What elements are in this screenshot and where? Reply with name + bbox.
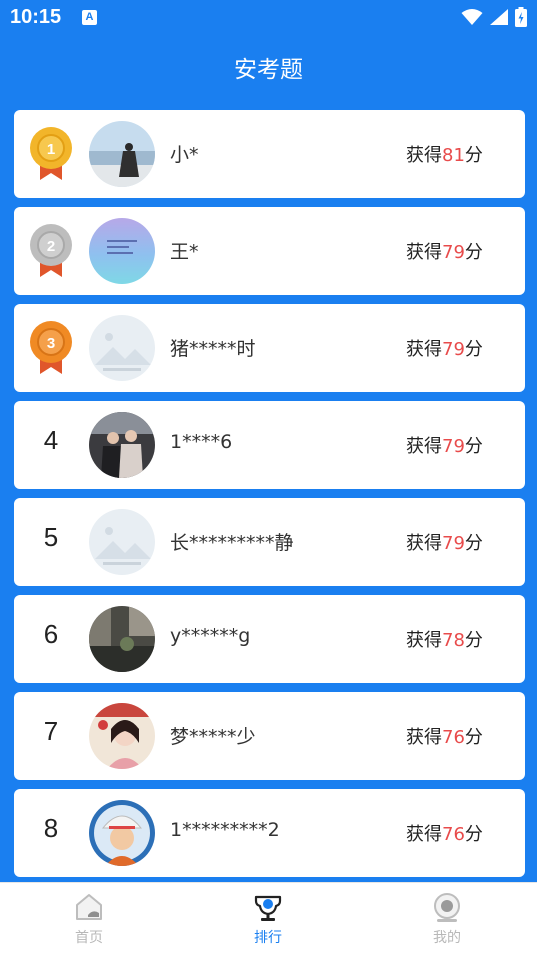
user-name: 长*********静 [170, 532, 294, 554]
rank-number: 4 [43, 425, 59, 455]
placeholder-image-icon [89, 509, 155, 575]
medal-number: 2 [47, 238, 55, 255]
home-icon [76, 894, 102, 920]
ranking-row[interactable]: 6 y******g 获得78分 [14, 595, 525, 683]
user-name: 梦*****少 [170, 726, 256, 748]
bottom-tab-bar: 首页 排行 我的 [0, 882, 537, 956]
medal-number: 3 [47, 335, 55, 352]
status-bar: 10:15 A [0, 0, 537, 36]
ranking-row[interactable]: 7 梦*****少 获得76分 [14, 692, 525, 780]
rank-number: 5 [43, 522, 59, 552]
user-score: 获得78分 [406, 630, 483, 651]
trophy-icon [254, 895, 282, 921]
gold-medal-icon: 1 [30, 127, 72, 180]
ranking-row[interactable]: 1 小* 获得81分 [14, 110, 525, 198]
avatar [89, 218, 155, 284]
user-name: 猪*****时 [170, 338, 256, 360]
user-name: 1****6 [170, 431, 233, 453]
avatar [89, 606, 155, 672]
user-name: 1*********2 [170, 819, 280, 841]
ranking-row[interactable]: 8 1*********2 获得76分 [14, 789, 525, 877]
user-score: 获得76分 [406, 824, 483, 845]
ranking-row[interactable]: 3 猪*****时 获得79分 [14, 304, 525, 392]
ranking-row[interactable]: 5 长*********静 获得79分 [14, 498, 525, 586]
ranking-row[interactable]: 4 1****6 获得79分 [14, 401, 525, 489]
tab-profile[interactable]: 我的 [387, 891, 507, 947]
user-score: 获得76分 [406, 727, 483, 748]
notification-icon: A [82, 10, 97, 25]
page-title: 安考题 [234, 57, 303, 83]
placeholder-image-icon [89, 315, 155, 381]
status-icons [461, 6, 527, 28]
signal-icon [490, 9, 508, 25]
user-name: y******g [170, 625, 251, 647]
profile-icon [434, 893, 460, 922]
battery-icon [515, 7, 527, 27]
tab-home[interactable]: 首页 [29, 891, 149, 947]
user-name: 王* [170, 241, 199, 263]
status-time: 10:15 [10, 6, 62, 28]
user-score: 获得79分 [406, 339, 483, 360]
tab-profile-label: 我的 [433, 930, 461, 946]
avatar [89, 800, 155, 866]
avatar-placeholder [89, 315, 155, 381]
tab-home-label: 首页 [75, 930, 103, 946]
user-score: 获得81分 [406, 145, 483, 166]
bronze-medal-icon: 3 [30, 321, 72, 374]
medal-number: 1 [47, 141, 55, 158]
rank-number: 8 [43, 813, 59, 843]
user-name: 小* [170, 144, 199, 166]
user-score: 获得79分 [406, 242, 483, 263]
rank-number: 7 [43, 716, 59, 746]
silver-medal-icon: 2 [30, 224, 72, 277]
ranking-row[interactable]: 2 王* 获得79分 [14, 207, 525, 295]
user-score: 获得79分 [406, 533, 483, 554]
wifi-icon [461, 9, 483, 25]
avatar [89, 412, 155, 478]
avatar-placeholder [89, 509, 155, 575]
user-score: 获得79分 [406, 436, 483, 457]
rank-number: 6 [43, 619, 59, 649]
avatar [89, 121, 155, 187]
avatar [89, 703, 155, 769]
tab-ranking[interactable]: 排行 [208, 891, 328, 947]
tab-ranking-label: 排行 [254, 930, 282, 946]
